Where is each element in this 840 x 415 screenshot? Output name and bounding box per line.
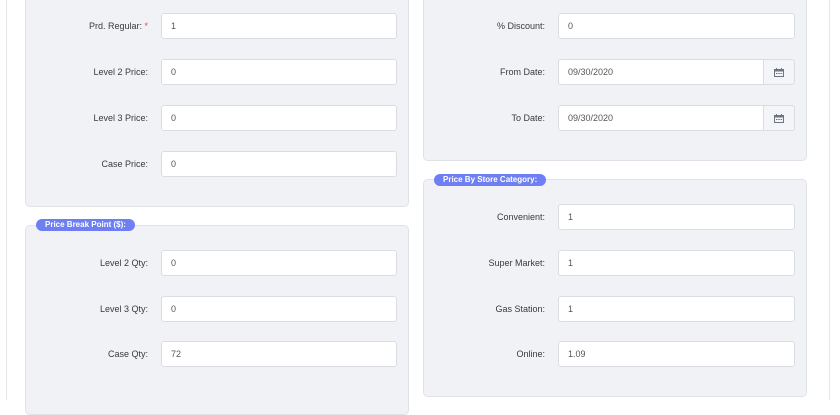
online-label: Online:: [516, 349, 545, 359]
prd-regular-label: Prd. Regular: *: [88, 21, 148, 31]
to-date-picker-button[interactable]: [763, 105, 795, 131]
level3-price-input[interactable]: 0: [161, 105, 397, 131]
from-date-picker-button[interactable]: [763, 59, 795, 85]
case-qty-input[interactable]: 72: [161, 341, 397, 367]
prd-regular-input[interactable]: 1: [161, 13, 397, 39]
level3-qty-input[interactable]: 0: [161, 296, 397, 322]
percent-discount-label: % Discount:: [496, 21, 545, 31]
case-price-label: Case Price:: [101, 159, 148, 169]
content-border-right: [829, 0, 830, 400]
gas-station-input[interactable]: 1: [558, 296, 795, 322]
gas-station-label: Gas Station:: [495, 304, 545, 314]
calendar-icon: [774, 67, 784, 77]
from-date-label: From Date:: [499, 67, 545, 77]
level2-qty-label: Level 2 Qty:: [99, 258, 148, 268]
convenient-input[interactable]: 1: [558, 204, 795, 230]
online-input[interactable]: 1.09: [558, 341, 795, 367]
super-market-label: Super Market:: [488, 258, 545, 268]
to-date-input[interactable]: 09/30/2020: [558, 105, 764, 131]
price-by-store-category-title: Price By Store Category:: [434, 174, 547, 186]
price-break-point-title: Price Break Point ($):: [36, 219, 135, 231]
case-qty-label: Case Qty:: [107, 349, 148, 359]
to-date-label: To Date:: [511, 113, 545, 123]
from-date-input[interactable]: 09/30/2020: [558, 59, 764, 85]
required-mark: *: [144, 21, 148, 31]
level2-price-input[interactable]: 0: [161, 59, 397, 85]
level2-qty-input[interactable]: 0: [161, 250, 397, 276]
case-price-input[interactable]: 0: [161, 151, 397, 177]
convenient-label: Convenient:: [496, 212, 545, 222]
level3-price-label: Level 3 Price:: [93, 113, 148, 123]
content-border-left: [6, 0, 7, 400]
super-market-input[interactable]: 1: [558, 250, 795, 276]
level2-price-label: Level 2 Price:: [93, 67, 148, 77]
level3-qty-label: Level 3 Qty:: [99, 304, 148, 314]
percent-discount-input[interactable]: 0: [558, 13, 795, 39]
calendar-icon: [774, 113, 784, 123]
